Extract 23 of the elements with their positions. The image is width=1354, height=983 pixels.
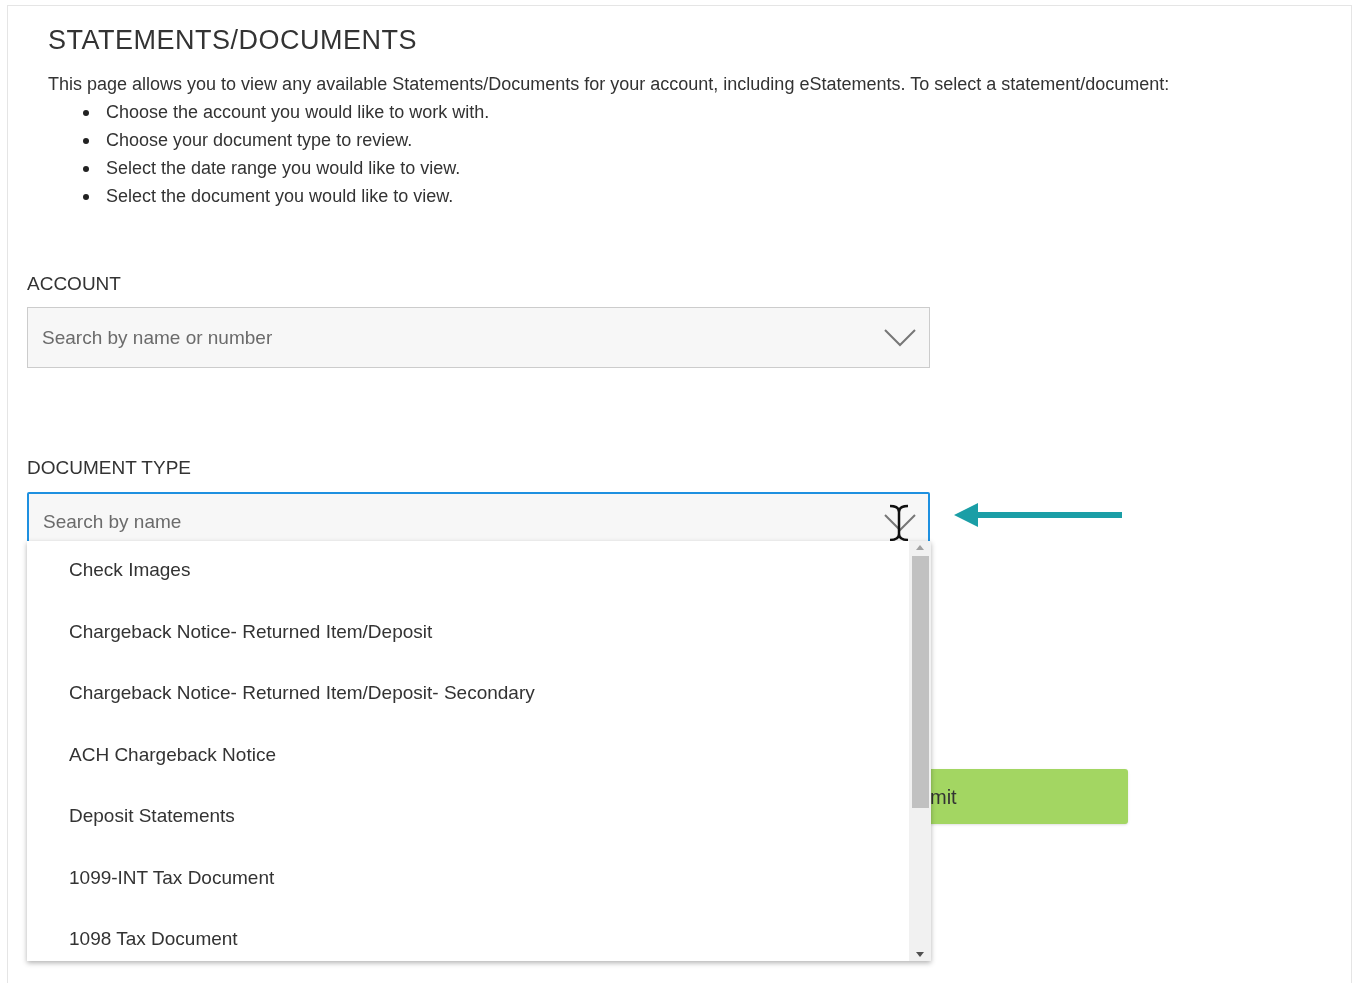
field-label: DOCUMENT TYPE: [27, 456, 192, 480]
page-title: STATEMENTS/DOCUMENTS: [48, 24, 418, 57]
bullet-icon: [83, 109, 89, 116]
step-text: Select the date range you would like to view.: [106, 157, 461, 180]
dropdown-option[interactable]: Chargeback Notice- Returned Item/Deposit: [69, 613, 909, 675]
text-cursor-icon: [888, 504, 910, 542]
dropdown-option[interactable]: 1098 Tax Document: [69, 921, 909, 961]
dropdown-option[interactable]: Chargeback Notice- Returned Item/Deposit- Secondary: [69, 675, 909, 737]
account-select[interactable]: Search by name or number: [27, 307, 930, 368]
scroll-up-icon[interactable]: [916, 545, 924, 550]
dropdown-option[interactable]: Check Images: [69, 552, 909, 614]
step-text: Choose the account you would like to work with.: [106, 101, 490, 124]
bullet-icon: [83, 137, 89, 144]
field-label: ACCOUNT: [27, 271, 122, 296]
scrollbar-thumb[interactable]: [911, 556, 929, 808]
intro-text: This page allows you to view any available Statements/Documents for your account, including eStatements. To select a statement/document:: [48, 72, 1171, 96]
bullet-icon: [83, 193, 89, 200]
step-text: Choose your document type to review.: [106, 129, 413, 152]
dropdown-option[interactable]: 1099-INT Tax Document: [69, 859, 909, 921]
bullet-icon: [83, 165, 89, 172]
scrollbar[interactable]: [909, 541, 931, 961]
step-text: Select the document you would like to view.: [106, 185, 454, 208]
scroll-down-icon[interactable]: [916, 952, 924, 957]
